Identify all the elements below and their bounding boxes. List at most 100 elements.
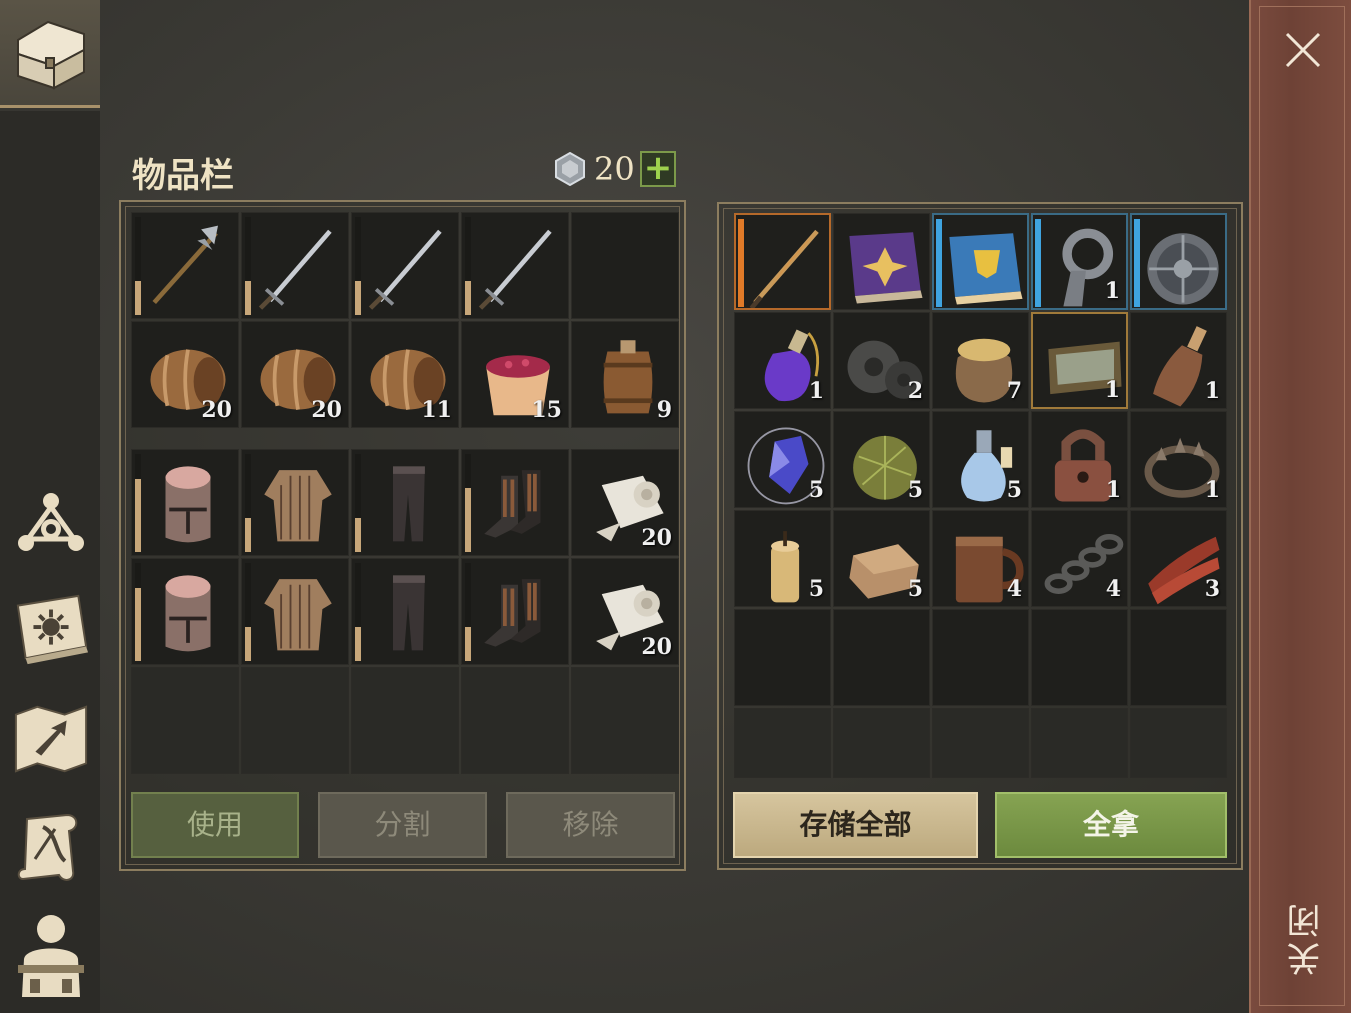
inventory-slot[interactable]: 4 bbox=[932, 510, 1029, 607]
inventory-slot[interactable]: 20 bbox=[571, 558, 679, 665]
item-quantity: 1 bbox=[1204, 477, 1220, 503]
inventory-slot[interactable]: 20 bbox=[131, 321, 239, 428]
inventory-slot[interactable]: 5 bbox=[734, 411, 831, 508]
inventory-slot[interactable]: 1 bbox=[1031, 312, 1128, 409]
inventory-slot[interactable] bbox=[833, 609, 930, 706]
durability-bar bbox=[465, 563, 471, 661]
split-button[interactable]: 分割 bbox=[318, 792, 487, 858]
inventory-slot[interactable] bbox=[833, 213, 930, 310]
inventory-slot[interactable]: 1 bbox=[734, 312, 831, 409]
item-quantity: 5 bbox=[808, 576, 824, 602]
item-quantity: 4 bbox=[1105, 576, 1121, 602]
store-all-button[interactable]: 存储全部 bbox=[733, 792, 978, 858]
item-quantity: 20 bbox=[641, 634, 672, 660]
skills-icon[interactable] bbox=[12, 485, 90, 563]
inventory-slot[interactable]: 7 bbox=[932, 312, 1029, 409]
inventory-slot[interactable] bbox=[241, 558, 349, 665]
inventory-slot[interactable]: 20 bbox=[241, 321, 349, 428]
inventory-slot[interactable] bbox=[1130, 708, 1227, 778]
item-quantity: 20 bbox=[201, 397, 232, 423]
inventory-slot[interactable] bbox=[351, 667, 459, 774]
inventory-slot[interactable]: 20 bbox=[571, 449, 679, 556]
inventory-slot[interactable] bbox=[241, 212, 349, 319]
scroll-icon[interactable] bbox=[12, 808, 90, 886]
durability-bar bbox=[135, 217, 141, 315]
inventory-slot[interactable] bbox=[734, 708, 831, 778]
round-shield-icon bbox=[1147, 233, 1219, 305]
inventory-slot[interactable]: 1 bbox=[1130, 411, 1227, 508]
inventory-slot[interactable]: 5 bbox=[833, 510, 930, 607]
item-quantity: 2 bbox=[907, 378, 923, 404]
inventory-slot[interactable]: 1 bbox=[1031, 213, 1128, 310]
inventory-slot[interactable] bbox=[131, 558, 239, 665]
inventory-slot[interactable] bbox=[461, 558, 569, 665]
item-quantity: 20 bbox=[641, 525, 672, 551]
inventory-slot[interactable]: 4 bbox=[1031, 510, 1128, 607]
inventory-slot[interactable]: 1 bbox=[1130, 312, 1227, 409]
sword-icon bbox=[478, 229, 552, 310]
durability-bar bbox=[245, 217, 251, 315]
durability-bar bbox=[465, 217, 471, 315]
item-quantity: 1 bbox=[1104, 278, 1120, 304]
gem-count: 20 bbox=[594, 150, 635, 188]
inventory-slot[interactable] bbox=[1130, 609, 1227, 706]
flame-sword-icon bbox=[749, 229, 819, 308]
inventory-slot[interactable] bbox=[131, 212, 239, 319]
inventory-slot[interactable] bbox=[932, 213, 1029, 310]
inventory-slot[interactable] bbox=[241, 449, 349, 556]
inventory-slot[interactable] bbox=[351, 449, 459, 556]
spellbook-icon[interactable] bbox=[12, 590, 90, 668]
durability-bar bbox=[355, 563, 361, 661]
inventory-slot[interactable]: 9 bbox=[571, 321, 679, 428]
durability-bar bbox=[355, 454, 361, 552]
inventory-slot[interactable] bbox=[351, 212, 459, 319]
inventory-slot[interactable]: 3 bbox=[1130, 510, 1227, 607]
item-quantity: 5 bbox=[1006, 477, 1022, 503]
use-button[interactable]: 使用 bbox=[131, 792, 299, 858]
inventory-slot[interactable] bbox=[571, 212, 679, 319]
close-label[interactable]: 关闭 bbox=[1282, 900, 1331, 976]
inventory-slot[interactable]: 1 bbox=[1031, 411, 1128, 508]
inventory-slot[interactable]: 15 bbox=[461, 321, 569, 428]
take-all-button[interactable]: 全拿 bbox=[995, 792, 1227, 858]
durability-bar bbox=[135, 454, 141, 552]
add-gems-button[interactable]: + bbox=[640, 151, 676, 187]
inventory-slot[interactable]: 2 bbox=[833, 312, 930, 409]
inventory-slot[interactable] bbox=[1130, 213, 1227, 310]
chainmail-icon bbox=[264, 470, 332, 542]
inventory-slot[interactable] bbox=[461, 212, 569, 319]
inventory-slot[interactable]: 5 bbox=[932, 411, 1029, 508]
inventory-slot[interactable] bbox=[461, 449, 569, 556]
close-icon[interactable] bbox=[1281, 28, 1325, 72]
remove-button[interactable]: 移除 bbox=[506, 792, 675, 858]
item-quantity: 3 bbox=[1204, 576, 1220, 602]
inventory-slot[interactable] bbox=[241, 667, 349, 774]
item-quantity: 1 bbox=[1204, 378, 1220, 404]
inventory-slot[interactable] bbox=[734, 609, 831, 706]
sidebar bbox=[0, 0, 100, 1013]
leggings-icon bbox=[393, 466, 425, 542]
item-quantity: 15 bbox=[531, 397, 562, 423]
inventory-slot[interactable]: 5 bbox=[734, 510, 831, 607]
inventory-slot[interactable]: 5 bbox=[833, 411, 930, 508]
item-quantity: 7 bbox=[1006, 378, 1022, 404]
inventory-slot[interactable] bbox=[461, 667, 569, 774]
inventory-slot[interactable]: 11 bbox=[351, 321, 459, 428]
inventory-slot[interactable] bbox=[734, 213, 831, 310]
inventory-slot[interactable] bbox=[833, 708, 930, 778]
item-quantity: 11 bbox=[421, 397, 452, 423]
inventory-slot[interactable] bbox=[131, 667, 239, 774]
map-icon[interactable] bbox=[12, 700, 90, 778]
character-icon[interactable] bbox=[12, 915, 90, 997]
inventory-slot[interactable] bbox=[131, 449, 239, 556]
inventory-slot[interactable] bbox=[932, 609, 1029, 706]
close-panel[interactable] bbox=[1249, 0, 1351, 1013]
inventory-slot[interactable] bbox=[932, 708, 1029, 778]
item-quantity: 1 bbox=[808, 378, 824, 404]
inventory-slot[interactable] bbox=[1031, 708, 1128, 778]
inventory-slot[interactable] bbox=[1031, 609, 1128, 706]
inventory-slot[interactable] bbox=[571, 667, 679, 774]
inventory-slot[interactable] bbox=[351, 558, 459, 665]
durability-bar bbox=[245, 454, 251, 552]
sidebar-active-tab[interactable] bbox=[0, 0, 100, 108]
